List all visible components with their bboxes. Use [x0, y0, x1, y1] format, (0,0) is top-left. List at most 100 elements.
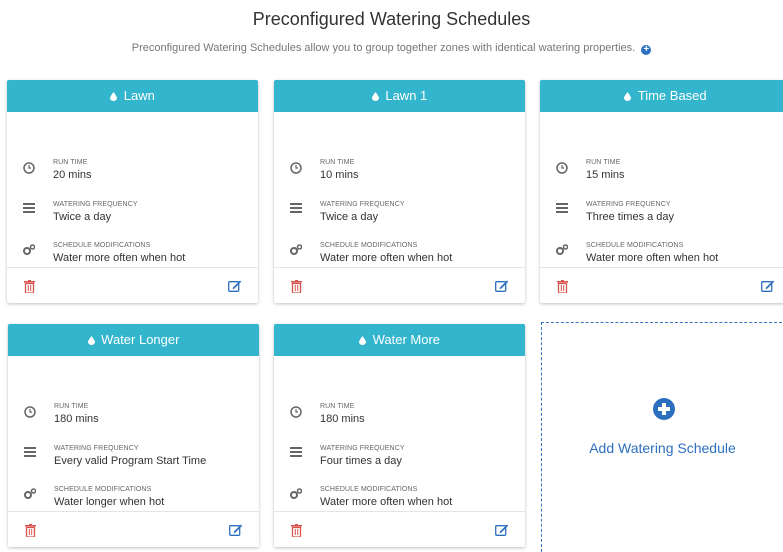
frequency-label: WATERING FREQUENCY [54, 445, 139, 452]
frequency-field: WATERING FREQUENCY Every valid Program S… [54, 445, 206, 467]
page-subtitle: Preconfigured Watering Schedules allow y… [0, 42, 783, 55]
run-time-value: 10 mins [320, 169, 359, 181]
edit-icon[interactable] [495, 523, 509, 536]
modifications-field: SCHEDULE MODIFICATIONS Water more often … [586, 242, 718, 264]
water-drop-icon [371, 92, 379, 101]
modifications-label: SCHEDULE MODIFICATIONS [54, 486, 152, 493]
modifications-label: SCHEDULE MODIFICATIONS [53, 242, 151, 249]
list-icon [23, 203, 35, 213]
frequency-label: WATERING FREQUENCY [320, 445, 405, 452]
list-icon [290, 203, 302, 213]
card-title: Water More [372, 332, 441, 347]
gears-icon [290, 488, 302, 499]
list-icon [290, 447, 302, 457]
frequency-value: Twice a day [320, 211, 379, 223]
plus-circle-icon[interactable] [653, 398, 675, 420]
card-header: Water More [274, 324, 525, 356]
gears-icon [290, 244, 302, 255]
frequency-value: Every valid Program Start Time [54, 455, 207, 467]
schedule-card: Lawn RUN TIME 20 mins WATERING FREQUENCY… [7, 80, 258, 303]
list-icon [24, 447, 36, 457]
frequency-label: WATERING FREQUENCY [586, 201, 671, 208]
modifications-value: Water more often when hot [586, 252, 719, 264]
schedule-card: Time Based RUN TIME 15 mins WATERING FRE… [540, 80, 783, 303]
run-time-value: 180 mins [54, 413, 99, 425]
page-title: Preconfigured Watering Schedules [252, 9, 531, 29]
list-icon [556, 203, 568, 213]
modifications-value: Water more often when hot [53, 252, 186, 264]
edit-icon[interactable] [229, 523, 243, 536]
trash-icon[interactable] [557, 280, 568, 293]
water-drop-icon [624, 92, 632, 101]
trash-icon[interactable] [25, 524, 36, 537]
water-drop-icon [110, 92, 118, 101]
frequency-field: WATERING FREQUENCY Three times a day [586, 201, 674, 223]
schedule-card: Water Longer RUN TIME 180 mins WATERING … [8, 324, 259, 547]
run-time-value: 180 mins [320, 413, 365, 425]
add-watering-schedule-label[interactable]: Add Watering Schedule [542, 440, 783, 456]
modifications-value: Water more often when hot [320, 252, 453, 264]
run-time-field: RUN TIME 180 mins [320, 403, 365, 425]
run-time-field: RUN TIME 10 mins [320, 159, 359, 181]
info-plus-icon[interactable]: + [641, 45, 652, 55]
frequency-label: WATERING FREQUENCY [320, 201, 405, 208]
card-body: RUN TIME 10 mins WATERING FREQUENCY Twic… [274, 112, 525, 268]
trash-icon[interactable] [291, 524, 302, 537]
frequency-value: Three times a day [586, 211, 675, 223]
edit-icon[interactable] [761, 279, 775, 292]
run-time-label: RUN TIME [586, 159, 621, 166]
schedule-card: Water More RUN TIME 180 mins WATERING FR… [274, 324, 525, 547]
gears-icon [24, 488, 36, 499]
modifications-field: SCHEDULE MODIFICATIONS Water longer when… [54, 486, 164, 508]
frequency-value: Four times a day [320, 455, 402, 467]
gears-icon [556, 244, 568, 255]
clock-icon [24, 406, 36, 418]
modifications-value: Water more often when hot [320, 496, 453, 508]
card-footer [274, 512, 525, 547]
trash-icon[interactable] [291, 280, 302, 293]
modifications-value: Water longer when hot [54, 496, 165, 508]
subtitle-text: Preconfigured Watering Schedules allow y… [131, 42, 636, 54]
card-footer [7, 268, 258, 303]
card-header: Water Longer [8, 324, 259, 356]
card-title: Time Based [637, 88, 707, 103]
modifications-field: SCHEDULE MODIFICATIONS Water more often … [320, 486, 452, 508]
run-time-value: 15 mins [586, 169, 625, 181]
edit-icon[interactable] [495, 279, 509, 292]
card-header: Lawn [7, 80, 258, 112]
card-footer [540, 268, 783, 303]
frequency-label: WATERING FREQUENCY [53, 201, 138, 208]
modifications-label: SCHEDULE MODIFICATIONS [320, 486, 418, 493]
gears-icon [23, 244, 35, 255]
edit-icon[interactable] [228, 279, 242, 292]
trash-icon[interactable] [24, 280, 35, 293]
run-time-label: RUN TIME [53, 159, 88, 166]
run-time-field: RUN TIME 20 mins [53, 159, 92, 181]
modifications-label: SCHEDULE MODIFICATIONS [320, 242, 418, 249]
add-watering-schedule-button[interactable]: Add Watering Schedule [541, 322, 782, 552]
run-time-label: RUN TIME [320, 403, 355, 410]
run-time-label: RUN TIME [320, 159, 355, 166]
modifications-field: SCHEDULE MODIFICATIONS Water more often … [320, 242, 452, 264]
run-time-value: 20 mins [53, 169, 92, 181]
run-time-field: RUN TIME 180 mins [54, 403, 99, 425]
frequency-field: WATERING FREQUENCY Four times a day [320, 445, 405, 467]
clock-icon [290, 162, 302, 174]
modifications-field: SCHEDULE MODIFICATIONS Water more often … [53, 242, 185, 264]
card-body: RUN TIME 15 mins WATERING FREQUENCY Thre… [540, 112, 783, 268]
clock-icon [23, 162, 35, 174]
clock-icon [290, 406, 302, 418]
card-body: RUN TIME 20 mins WATERING FREQUENCY Twic… [7, 112, 258, 268]
schedule-card: Lawn 1 RUN TIME 10 mins WATERING FREQUEN… [274, 80, 525, 303]
card-title: Water Longer [101, 332, 180, 347]
card-footer [8, 512, 259, 547]
card-header: Lawn 1 [274, 80, 525, 112]
run-time-field: RUN TIME 15 mins [586, 159, 625, 181]
frequency-field: WATERING FREQUENCY Twice a day [53, 201, 138, 223]
clock-icon [556, 162, 568, 174]
frequency-value: Twice a day [53, 211, 112, 223]
water-drop-icon [87, 336, 95, 345]
card-footer [274, 268, 525, 303]
card-body: RUN TIME 180 mins WATERING FREQUENCY Fou… [274, 356, 525, 512]
modifications-label: SCHEDULE MODIFICATIONS [586, 242, 684, 249]
